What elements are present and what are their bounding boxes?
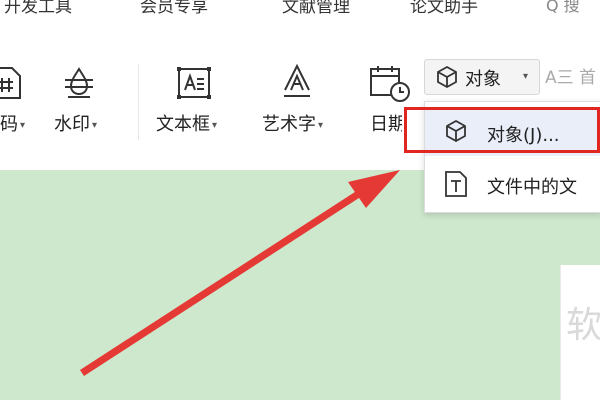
tab-developer-tools[interactable]: 开发工具	[4, 0, 72, 17]
page-watermark-text: 软	[566, 305, 600, 346]
object-dropdown-menu: 对象(J)... 文件中的文	[424, 101, 600, 213]
tab-literature-management[interactable]: 文献管理	[282, 0, 350, 17]
object-button[interactable]: 对象 ▾	[424, 59, 540, 95]
menu-item-text-from-file-label: 文件中的文	[487, 177, 577, 198]
chevron-down-icon: ▾	[212, 119, 218, 131]
object-label: 对象	[465, 69, 501, 90]
text-file-icon	[445, 171, 467, 197]
chevron-down-icon: ▾	[92, 119, 98, 131]
textbox-label: 文本框	[156, 114, 210, 135]
menu-item-text-from-file[interactable]: 文件中的文	[425, 162, 600, 208]
ribbon-divider	[138, 64, 139, 140]
qrcode-icon	[0, 67, 21, 99]
menu-item-object[interactable]: 对象(J)...	[425, 110, 600, 156]
first-letter-dropcap-button[interactable]: A三 首	[545, 63, 596, 88]
wordart-icon	[284, 64, 310, 97]
chevron-down-icon: ▾	[523, 71, 529, 82]
qrcode-label: 码	[0, 114, 18, 135]
textbox-icon	[177, 67, 211, 99]
wordart-label: 艺术字	[262, 114, 316, 135]
watermark-icon	[65, 67, 93, 98]
chevron-down-icon: ▾	[318, 119, 324, 131]
chevron-down-icon: ▾	[20, 119, 26, 131]
calendar-clock-icon	[370, 66, 410, 102]
search-box[interactable]: Q 搜	[546, 0, 580, 16]
tab-thesis-assistant[interactable]: 论文助手	[410, 0, 478, 17]
watermark-label: 水印	[54, 114, 90, 135]
tab-member-exclusive[interactable]: 会员专享	[140, 0, 208, 17]
cube-icon	[437, 65, 457, 89]
menu-item-object-label: 对象(J)...	[487, 125, 560, 146]
date-label: 日期	[370, 114, 402, 135]
ribbon-tab-strip: 开发工具 会员专享 文献管理 论文助手 Q 搜	[0, 0, 600, 34]
cube-icon	[446, 119, 466, 143]
